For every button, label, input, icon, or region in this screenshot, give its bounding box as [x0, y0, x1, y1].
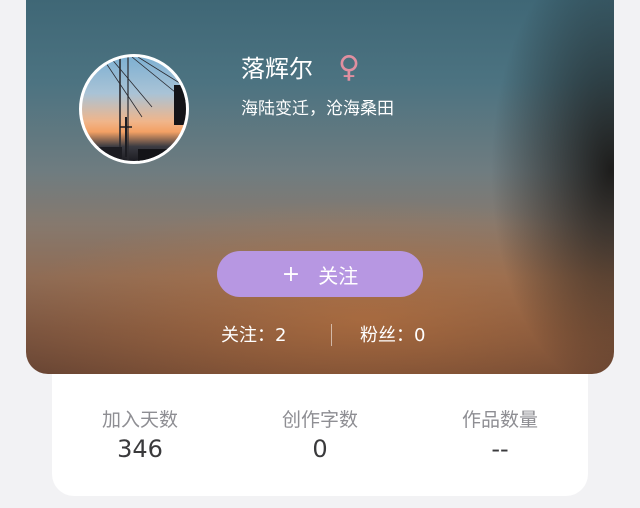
avatar[interactable]	[79, 54, 189, 164]
stat-value: --	[491, 435, 509, 463]
username: 落辉尔	[241, 55, 313, 83]
female-gender-icon: ♀	[338, 50, 360, 85]
stat-works-count: 作品数量 --	[410, 406, 590, 464]
stat-value: 346	[117, 435, 163, 463]
avatar-image	[82, 57, 186, 161]
stat-label: 作品数量	[461, 409, 538, 431]
counts-divider	[331, 324, 332, 346]
follow-button-label: 关注	[318, 263, 359, 288]
profile-bio: 海陆变迁，沧海桑田	[241, 99, 394, 119]
stat-label: 创作字数	[281, 409, 358, 431]
follow-button[interactable]: + 关注	[217, 251, 423, 297]
following-count[interactable]: 关注：2	[221, 322, 286, 350]
stat-value: 0	[312, 435, 328, 463]
plus-icon: +	[281, 261, 301, 287]
followers-count[interactable]: 粉丝：0	[360, 322, 425, 350]
stat-word-count: 创作字数 0	[230, 406, 410, 464]
profile-header: 落辉尔 ♀ 海陆变迁，沧海桑田 + 关注 关注：2 粉丝：0	[26, 0, 614, 374]
stat-label: 加入天数	[101, 409, 178, 431]
stat-join-days: 加入天数 346	[50, 406, 230, 464]
